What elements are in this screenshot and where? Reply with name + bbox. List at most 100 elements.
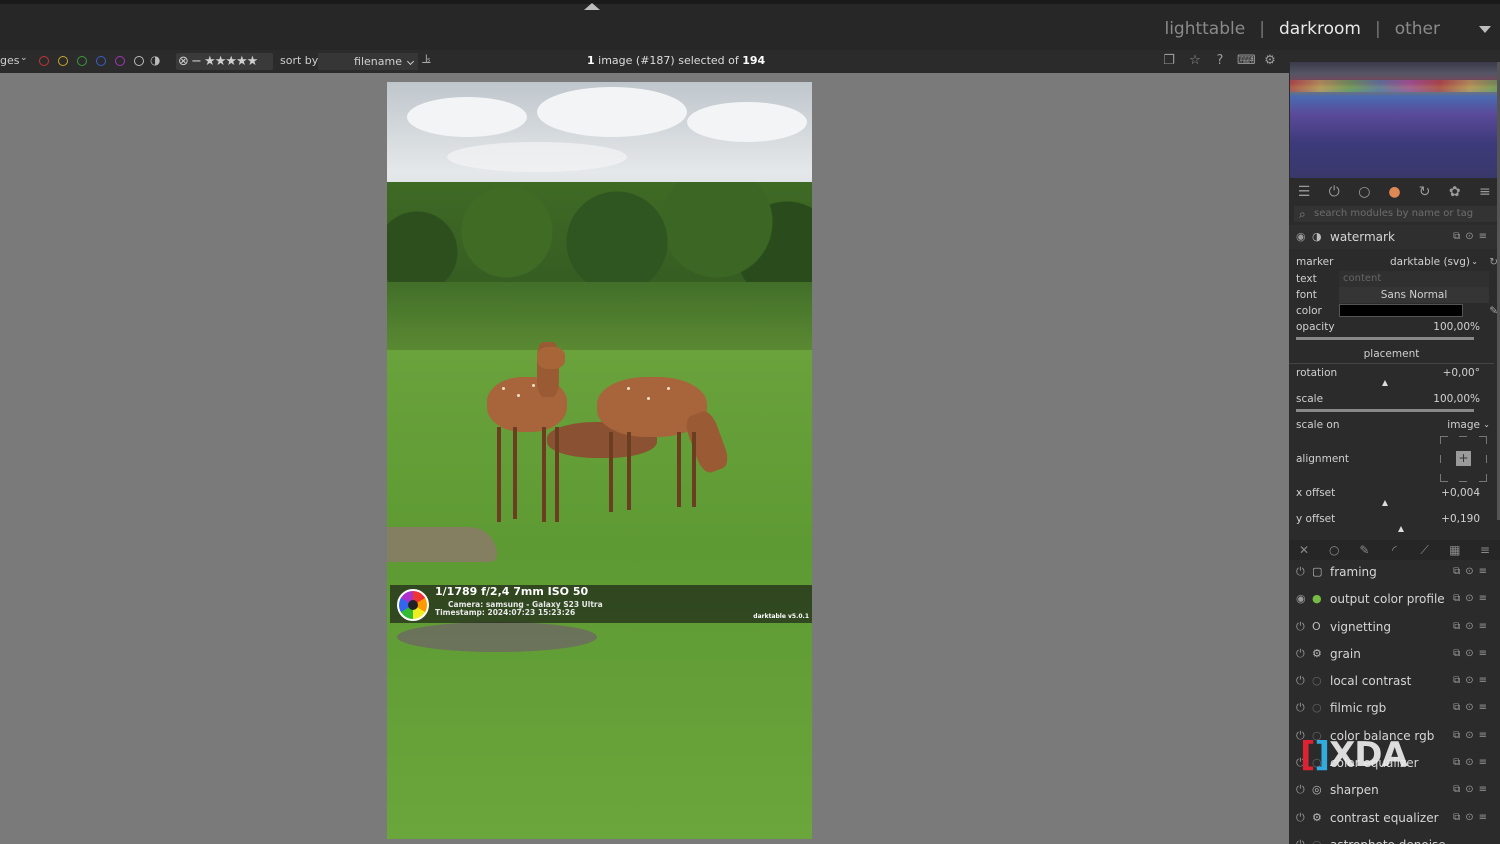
power-icon[interactable]: ⏻ [1296, 833, 1305, 844]
color-group-icon[interactable]: ● [1379, 184, 1409, 200]
chevron-down-icon[interactable]: ⌄ [1483, 417, 1490, 433]
sort-dropdown[interactable]: filename [318, 53, 418, 70]
color-label-purple-icon[interactable] [115, 56, 125, 66]
module-vignetting[interactable]: ⏻ Ovignetting ⧉⊙≡ [1289, 615, 1500, 639]
module-actions-icon[interactable]: ⧉⊙≡ [1453, 642, 1492, 666]
power-icon[interactable]: ⏻ [1296, 642, 1305, 666]
mask-raster-icon[interactable]: ▦ [1440, 543, 1470, 557]
power-icon[interactable]: ◉ [1296, 225, 1306, 249]
marker-dropdown[interactable]: darktable (svg) [1390, 254, 1470, 270]
opacity-row[interactable]: opacity 100,00% [1296, 319, 1492, 335]
module-local-contrast[interactable]: ⏻ ○ local contrast ⧉⊙≡ [1289, 669, 1500, 693]
power-icon[interactable]: ⏻ [1296, 615, 1305, 639]
align-bottom-left[interactable] [1440, 474, 1448, 482]
views-dropdown-arrow-icon[interactable] [1479, 26, 1491, 33]
help-icon[interactable]: ? [1212, 53, 1228, 69]
keyboard-icon[interactable]: ⌨ [1237, 53, 1256, 69]
module-actions-icon[interactable]: ⧉⊙≡ [1453, 806, 1492, 830]
chevron-down-icon[interactable]: ⌄ [20, 53, 28, 63]
power-icon[interactable]: ⏻ [1296, 560, 1305, 584]
color-label-none-icon[interactable] [134, 56, 144, 66]
align-middle-right[interactable] [1479, 455, 1487, 463]
font-selector[interactable]: Sans Normal [1339, 287, 1489, 303]
collapse-top-panel-arrow-icon[interactable] [584, 3, 600, 10]
scale-on-dropdown[interactable]: image [1447, 417, 1480, 433]
view-lighttable[interactable]: lighttable [1164, 19, 1245, 39]
module-output-color-profile[interactable]: ◉ ● output color profile ⧉⊙≡ [1289, 587, 1500, 611]
sliders-icon[interactable]: ☰ [1289, 184, 1319, 200]
rating-filter[interactable]: ⊗ − ★★★★★ [176, 53, 273, 70]
color-label-yellow-icon[interactable] [58, 56, 68, 66]
presets-menu-icon[interactable]: ≡ [1470, 184, 1500, 200]
power-icon[interactable]: ⏻ [1296, 778, 1305, 802]
view-other[interactable]: other [1395, 19, 1440, 39]
module-grain[interactable]: ⏻ ⚙ grain ⧉⊙≡ [1289, 642, 1500, 666]
color-label-green-icon[interactable] [77, 56, 87, 66]
alignment-grid[interactable]: + [1440, 436, 1487, 482]
align-top-left[interactable] [1440, 436, 1448, 444]
align-top-center[interactable] [1459, 436, 1467, 444]
photo-preview[interactable]: 1/1789 f/2,4 7mm ISO 50 Camera: samsung … [387, 82, 812, 839]
sort-order-icon[interactable]: ⫡ [422, 52, 431, 67]
mask-combined-icon[interactable]: ⟋ [1410, 543, 1440, 558]
blend-menu-icon[interactable]: ≡ [1470, 543, 1500, 557]
module-actions-icon[interactable]: ⧉⊙≡ [1453, 751, 1492, 775]
module-framing[interactable]: ⏻ ▢ framing ⧉⊙≡ [1289, 560, 1500, 584]
collection-dropdown[interactable]: ges [0, 54, 19, 67]
color-label-red-icon[interactable] [39, 56, 49, 66]
align-center-icon[interactable]: + [1456, 451, 1471, 466]
module-astrophoto-denoise[interactable]: ⏻ ○ astrophoto denoise [1289, 833, 1500, 844]
x-offset-slider-marker-icon[interactable] [1382, 500, 1388, 506]
module-actions-icon[interactable]: ⧉⊙≡ [1453, 560, 1492, 584]
text-input[interactable]: content [1339, 271, 1489, 287]
module-watermark[interactable]: ◉ ◑ watermark ⧉⊙≡ [1289, 225, 1500, 249]
module-actions-icon[interactable]: ⧉⊙≡ [1453, 696, 1492, 720]
module-name: astrophoto denoise [1330, 833, 1446, 844]
scale-row[interactable]: scale 100,00% [1296, 391, 1492, 407]
power-icon[interactable]: ⏻ [1296, 669, 1305, 693]
marker-row[interactable]: marker darktable (svg) ⌄ ↻ [1296, 254, 1498, 270]
power-icon[interactable]: ⏻ [1296, 696, 1305, 720]
module-actions-icon[interactable]: ⧉⊙≡ [1453, 778, 1492, 802]
module-contrast-equalizer[interactable]: ⏻ ⚙ contrast equalizer ⧉⊙≡ [1289, 806, 1500, 830]
module-actions-icon[interactable]: ⧉⊙≡ [1453, 615, 1492, 639]
rotation-slider-marker-icon[interactable] [1382, 380, 1388, 386]
star-icon[interactable]: ☆ [1187, 53, 1203, 69]
correct-group-icon[interactable]: ↻ [1410, 184, 1440, 200]
color-label-blue-icon[interactable] [96, 56, 106, 66]
module-search-input[interactable]: search modules by name or tag [1294, 206, 1500, 222]
power-icon[interactable]: ◉ [1296, 587, 1306, 611]
view-darkroom[interactable]: darkroom [1279, 19, 1361, 39]
align-bottom-center[interactable] [1459, 474, 1467, 482]
align-middle-left[interactable] [1440, 455, 1448, 463]
module-sharpen[interactable]: ⏻ ◎ sharpen ⧉⊙≡ [1289, 778, 1500, 802]
power-icon[interactable]: ⏻ [1319, 184, 1349, 200]
rotation-row[interactable]: rotation +0,00° [1296, 365, 1492, 381]
y-offset-slider-marker-icon[interactable] [1398, 526, 1404, 532]
mask-parametric-icon[interactable]: ◜ [1379, 543, 1409, 557]
scale-on-row[interactable]: scale on image ⌄ [1296, 417, 1492, 433]
module-filmic-rgb[interactable]: ⏻ ○ filmic rgb ⧉⊙≡ [1289, 696, 1500, 720]
window-icon[interactable]: ❐ [1161, 53, 1177, 69]
power-icon[interactable]: ⏻ [1296, 806, 1305, 830]
align-bottom-right[interactable] [1479, 474, 1487, 482]
gear-icon[interactable]: ⚙ [1262, 53, 1278, 69]
color-swatch[interactable] [1339, 304, 1463, 317]
mask-drawn-icon[interactable]: ✎ [1349, 543, 1379, 557]
base-group-icon[interactable]: ○ [1349, 184, 1379, 200]
module-actions-icon[interactable]: ⧉⊙≡ [1453, 724, 1492, 748]
x-offset-row[interactable]: x offset +0,004 [1296, 485, 1492, 501]
mask-uniform-icon[interactable]: ○ [1319, 543, 1349, 557]
histogram[interactable] [1290, 62, 1500, 178]
module-actions-icon[interactable]: ⧉⊙≡ [1453, 587, 1492, 611]
opacity-slider[interactable] [1296, 337, 1474, 340]
chevron-down-icon[interactable]: ⌄ [1471, 254, 1478, 270]
effects-group-icon[interactable]: ✿ [1440, 184, 1470, 200]
module-actions-icon[interactable]: ⧉⊙≡ [1453, 669, 1492, 693]
align-top-right[interactable] [1479, 436, 1487, 444]
mask-off-icon[interactable]: ✕ [1289, 543, 1319, 557]
module-actions-icon[interactable]: ⧉⊙≡ [1453, 225, 1492, 249]
y-offset-row[interactable]: y offset +0,190 [1296, 511, 1492, 527]
color-filter-op-icon[interactable]: ◑ [150, 53, 160, 67]
scale-slider[interactable] [1296, 409, 1474, 412]
